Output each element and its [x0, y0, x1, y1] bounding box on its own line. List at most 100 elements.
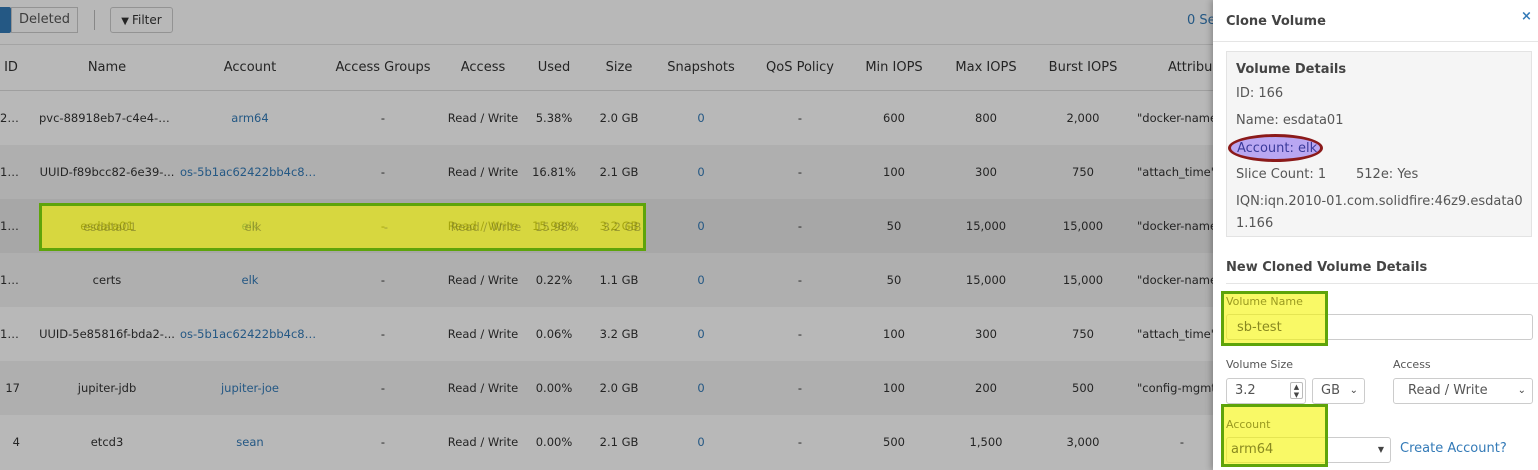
- cell-used: 0.06%: [535, 327, 573, 341]
- column-header-access-groups[interactable]: Access Groups: [330, 45, 436, 90]
- volume-details-box: Volume Details ID: 166 Name: esdata01 Ac…: [1226, 51, 1532, 237]
- column-header-max-iops[interactable]: Max IOPS: [948, 45, 1024, 90]
- cell-size: 1.1 GB: [599, 273, 639, 287]
- cell-snapshots[interactable]: 0: [660, 91, 742, 145]
- cell-attr: "attach_time": [1137, 165, 1213, 179]
- size-unit-value: GB: [1321, 383, 1340, 398]
- caret-down-icon: ▼: [1377, 445, 1384, 454]
- table-row[interactable]: 111 UUID-5e85816f-bda2-... os-5b1ac62422bb…: [0, 307, 1213, 361]
- cell-id: 17: [5, 381, 20, 395]
- cell-attr: "docker-name: [1137, 111, 1213, 125]
- cell-snapshots[interactable]: 0: [660, 361, 742, 415]
- cell-id: 165: [0, 273, 20, 287]
- cell-access: Read / Write: [447, 327, 519, 341]
- cell-account[interactable]: sean: [180, 415, 320, 469]
- cell-size: 2.0 GB: [599, 381, 639, 395]
- cell-used: 0.00%: [535, 381, 573, 395]
- cell-min: 500: [883, 435, 905, 449]
- cell-snapshots[interactable]: 0: [660, 145, 742, 199]
- cell-access: Read / Write: [447, 165, 519, 179]
- cell-max: 300: [975, 165, 997, 179]
- cell-max: 15,000: [965, 273, 1007, 287]
- volume-details-title: Volume Details: [1236, 62, 1347, 77]
- cell-qos: -: [797, 111, 803, 125]
- table-row[interactable]: 230 pvc-88918eb7-c4e4-4... arm64 - Read / Wr…: [0, 91, 1213, 145]
- cell-account[interactable]: arm64: [180, 91, 320, 145]
- access-select[interactable]: Read / Write ⌄: [1393, 378, 1533, 404]
- cell-account[interactable]: jupiter-joe: [180, 361, 320, 415]
- cell-min: 100: [883, 381, 905, 395]
- highlight-size: 3.2 GB: [602, 220, 642, 234]
- column-header-account[interactable]: Account: [180, 45, 320, 90]
- cell-max: 200: [975, 381, 997, 395]
- close-icon[interactable]: ×: [1521, 9, 1532, 24]
- cell-account[interactable]: os-5b1ac62422bb4c80...: [180, 145, 320, 199]
- cell-burst: 750: [1072, 327, 1094, 341]
- toolbar: Deleted ▼ Filter 0 Se: [0, 0, 1213, 45]
- cell-access: Read / Write: [447, 381, 519, 395]
- divider: [1213, 41, 1538, 42]
- clone-volume-panel: Clone Volume × Volume Details ID: 166 Na…: [1213, 0, 1538, 470]
- account-annotation-oval: Account: elk: [1228, 134, 1323, 162]
- cell-burst: 15,000: [1062, 273, 1104, 287]
- table-row[interactable]: 4 etcd3 sean - Read / Write 0.00% 2.1 GB 0 - 500 1…: [0, 415, 1213, 469]
- column-header-qos-policy[interactable]: QoS Policy: [758, 45, 842, 90]
- active-tab-button[interactable]: [0, 7, 11, 33]
- slice-count: Slice Count: 1: [1236, 167, 1327, 182]
- volume-size-input[interactable]: 3.2 ▲ ▼: [1226, 378, 1306, 404]
- volumes-pane: Deleted ▼ Filter 0 Se ID Name Account Acc…: [0, 0, 1213, 470]
- cell-id: 4: [12, 435, 20, 449]
- table-row[interactable]: 165 certs elk - Read / Write 0.22% 1.1 GB 0 - 50 1…: [0, 253, 1213, 307]
- column-header-attributes[interactable]: Attribu: [1168, 45, 1213, 90]
- cell-snapshots[interactable]: 0: [660, 307, 742, 361]
- volume-iqn: IQN:iqn.2010-01.com.solidfire:46z9.esdat…: [1236, 194, 1523, 231]
- highlight-access-groups: -: [383, 220, 389, 234]
- cell-snapshots[interactable]: 0: [660, 253, 742, 307]
- create-account-link[interactable]: Create Account?: [1400, 441, 1507, 456]
- cell-snapshots[interactable]: 0: [660, 415, 742, 469]
- cell-account[interactable]: os-5b1ac62422bb4c80...: [180, 307, 320, 361]
- cell-name: etcd3: [90, 435, 124, 449]
- column-header-used[interactable]: Used: [529, 45, 579, 90]
- cell-max: 300: [975, 327, 997, 341]
- cell-burst: 3,000: [1066, 435, 1100, 449]
- filter-button[interactable]: ▼ Filter: [110, 7, 173, 33]
- column-header-id[interactable]: ID: [0, 45, 22, 90]
- highlighted-row-annotation: esdata01 elk - Read / Write 15.98% 3.2 G…: [39, 203, 646, 251]
- size-unit-select[interactable]: GB ⌄: [1312, 378, 1365, 404]
- column-header-burst-iops[interactable]: Burst IOPS: [1040, 45, 1126, 90]
- selected-count[interactable]: 0 Se: [1187, 13, 1213, 28]
- account-label: Account: [1226, 418, 1271, 431]
- column-header-size[interactable]: Size: [593, 45, 645, 90]
- table-row[interactable]: 17 jupiter-jdb jupiter-joe - Read / Write 0.0…: [0, 361, 1213, 415]
- cell-name: UUID-5e85816f-bda2-...: [39, 327, 175, 341]
- cell-snapshots[interactable]: 0: [660, 199, 742, 253]
- column-header-min-iops[interactable]: Min IOPS: [858, 45, 930, 90]
- highlight-access: Read / Write: [450, 220, 522, 234]
- column-header-access[interactable]: Access: [445, 45, 521, 90]
- cell-size: 2.1 GB: [599, 435, 639, 449]
- cell-attr: "attach_time": [1137, 327, 1213, 341]
- cell-name: pvc-88918eb7-c4e4-4...: [39, 111, 175, 125]
- cell-id: 111: [0, 327, 20, 341]
- cell-attr: "docker-name: [1137, 219, 1213, 233]
- cell-min: 50: [886, 219, 902, 233]
- cell-size: 2.0 GB: [599, 111, 639, 125]
- cell-name: jupiter-jdb: [77, 381, 137, 395]
- chevron-down-icon: ⌄: [1349, 385, 1358, 396]
- cell-access-groups: -: [380, 165, 386, 179]
- divider: [1226, 283, 1538, 284]
- chevron-down-icon: ⌄: [1517, 385, 1526, 396]
- cell-burst: 750: [1072, 165, 1094, 179]
- cell-account[interactable]: elk: [180, 253, 320, 307]
- column-header-snapshots[interactable]: Snapshots: [660, 45, 742, 90]
- cell-access-groups: -: [380, 435, 386, 449]
- column-header-name[interactable]: Name: [39, 45, 175, 90]
- size-spinner-icon[interactable]: ▲ ▼: [1290, 382, 1303, 399]
- deleted-tab-button[interactable]: Deleted: [11, 7, 78, 33]
- table-row[interactable]: 170 UUID-f89bcc82-6e39-... os-5b1ac62422bb…: [0, 145, 1213, 199]
- volume-size-label: Volume Size: [1226, 358, 1293, 371]
- cell-name: UUID-f89bcc82-6e39-...: [39, 165, 175, 179]
- cell-qos: -: [797, 273, 803, 287]
- cell-attr: "config-mgmt: [1137, 381, 1213, 395]
